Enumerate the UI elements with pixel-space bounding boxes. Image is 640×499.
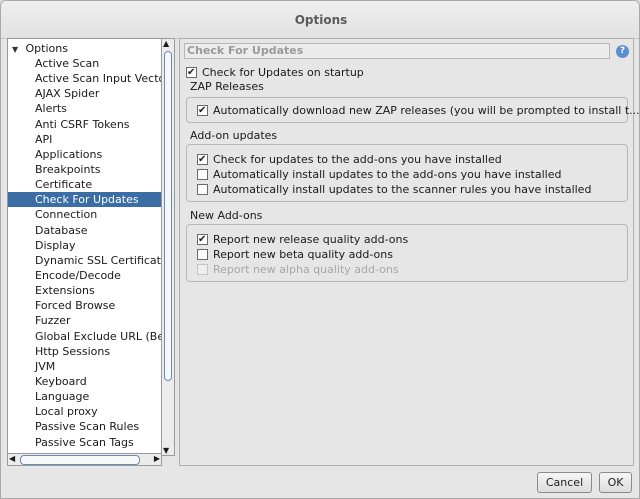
tree-item[interactable]: Dynamic SSL Certificates [8, 253, 161, 268]
options-content-panel: Check For Updates ? Check for Updates on… [179, 38, 639, 466]
check-installed-addons-checkbox[interactable]: Check for updates to the add-ons you hav… [197, 152, 502, 167]
checkbox-label: Report new release quality add-ons [213, 233, 409, 246]
tree-item[interactable]: Encode/Decode [8, 268, 161, 283]
tree-item[interactable]: Breakpoints [8, 162, 161, 177]
report-release-addons-checkbox[interactable]: Report new release quality add-ons [197, 232, 408, 247]
checkbox-label: Automatically download new ZAP releases … [213, 104, 640, 117]
window-title: Options [1, 1, 639, 39]
options-tree[interactable]: ▼ Options Active Scan Active Scan Input V… [7, 38, 162, 456]
panel-title: Check For Updates [184, 43, 610, 59]
scroll-right-icon[interactable]: ▶ [154, 454, 160, 463]
checkbox-label: Check for Updates on startup [202, 66, 364, 79]
addon-updates-group: Check for updates to the add-ons you hav… [186, 144, 628, 202]
tree-root-label: Options [25, 42, 68, 55]
tree-vertical-scrollbar[interactable]: ▲ ▼ [162, 38, 175, 456]
tree-item[interactable]: Global Exclude URL (Beta) [8, 329, 161, 344]
tree-item-list: Active Scan Active Scan Input Vectors AJAX… [8, 56, 161, 455]
tree-item[interactable]: Passive Scan Rules [8, 419, 161, 434]
auto-install-addons-checkbox[interactable]: Automatically install updates to the add… [197, 167, 561, 182]
tree-item[interactable]: Http Sessions [8, 344, 161, 359]
tree-horizontal-scrollbar[interactable]: ◀ ▶ [7, 453, 162, 466]
checkbox-label: Automatically install updates to the add… [213, 168, 562, 181]
tree-item[interactable]: Anti CSRF Tokens [8, 117, 161, 132]
tree-item[interactable]: Fuzzer [8, 313, 161, 328]
horizontal-scroll-thumb[interactable] [20, 455, 140, 465]
cancel-button[interactable]: Cancel [537, 472, 592, 493]
tree-item[interactable]: Check For Updates [8, 192, 161, 208]
tree-item[interactable]: AJAX Spider [8, 86, 161, 101]
tree-item[interactable]: Certificate [8, 177, 161, 192]
tree-item[interactable]: Alerts [8, 101, 161, 116]
addon-updates-title: Add-on updates [190, 129, 278, 142]
scroll-thumb[interactable] [164, 51, 172, 381]
checkbox-label: Report new alpha quality add-ons [213, 263, 399, 276]
tree-item[interactable]: Local proxy [8, 404, 161, 419]
help-icon[interactable]: ? [616, 45, 629, 58]
tree-item[interactable]: Applications [8, 147, 161, 162]
tree-item[interactable]: Forced Browse [8, 298, 161, 313]
tree-item[interactable]: API [8, 132, 161, 147]
expand-toggle-icon[interactable]: ▼ [12, 42, 22, 57]
new-addons-title: New Add-ons [190, 209, 263, 222]
checkbox-icon[interactable] [197, 232, 208, 247]
tree-item[interactable]: Language [8, 389, 161, 404]
tree-item[interactable]: JVM [8, 359, 161, 374]
scroll-down-icon[interactable]: ▼ [163, 446, 169, 455]
checkbox-icon[interactable] [186, 65, 197, 80]
tree-item[interactable]: Extensions [8, 283, 161, 298]
checkbox-icon [197, 264, 208, 275]
tree-item[interactable]: Keyboard [8, 374, 161, 389]
scroll-up-icon[interactable]: ▲ [163, 39, 169, 48]
tree-item[interactable]: Active Scan Input Vectors [8, 71, 161, 86]
checkbox-icon[interactable] [197, 103, 208, 118]
checkbox-icon[interactable] [197, 184, 208, 195]
tree-item[interactable]: Connection [8, 207, 161, 222]
tree-item[interactable]: Display [8, 238, 161, 253]
checkbox-label: Automatically install updates to the sca… [213, 183, 592, 196]
checkbox-icon[interactable] [197, 249, 208, 260]
dialog-button-bar: Cancel OK [1, 467, 639, 498]
ok-button[interactable]: OK [599, 472, 632, 493]
tree-item[interactable]: Active Scan [8, 56, 161, 71]
zap-releases-group: Automatically download new ZAP releases … [186, 97, 639, 123]
scroll-left-icon[interactable]: ◀ [9, 454, 15, 463]
zap-releases-title: ZAP Releases [190, 80, 264, 93]
new-addons-group: Report new release quality add-ons Repor… [186, 224, 628, 282]
options-dialog: Options ▼ Options Active Scan Active Scan… [0, 0, 640, 499]
report-beta-addons-checkbox[interactable]: Report new beta quality add-ons [197, 247, 393, 262]
report-alpha-addons-checkbox: Report new alpha quality add-ons [197, 262, 399, 277]
tree-item[interactable]: Passive Scan Tags [8, 435, 161, 450]
tree-item[interactable]: Database [8, 223, 161, 238]
tree-root[interactable]: ▼ Options [12, 41, 68, 56]
checkbox-icon[interactable] [197, 152, 208, 167]
auto-download-releases-checkbox[interactable]: Automatically download new ZAP releases … [197, 103, 640, 118]
auto-install-scanner-rules-checkbox[interactable]: Automatically install updates to the sca… [197, 182, 591, 197]
check-on-startup-checkbox[interactable]: Check for Updates on startup [186, 65, 364, 80]
checkbox-label: Report new beta quality add-ons [213, 248, 393, 261]
checkbox-icon[interactable] [197, 169, 208, 180]
checkbox-label: Check for updates to the add-ons you hav… [213, 153, 502, 166]
